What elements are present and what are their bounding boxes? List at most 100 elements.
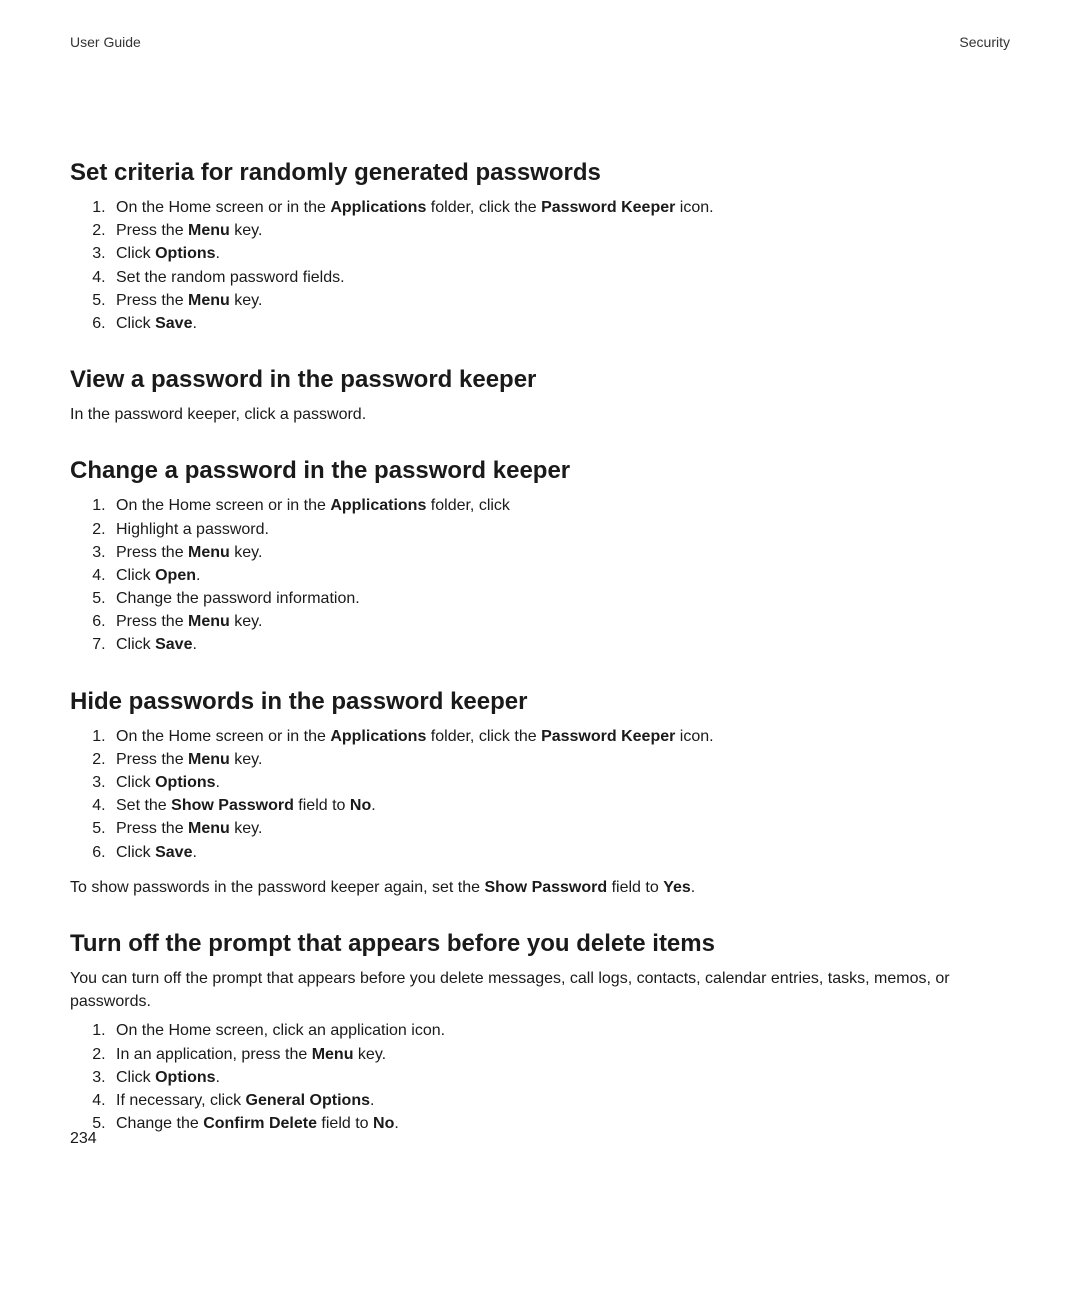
step-item: Click Save. [110,633,1010,656]
text-run: . [192,315,196,332]
text-run: . [192,636,196,653]
step-item: On the Home screen, click an application… [110,1019,1010,1042]
text-run: Menu [188,820,230,837]
text-run: Press the [116,751,188,768]
step-list: On the Home screen or in the Application… [70,725,1010,864]
step-item: Set the Show Password field to No. [110,794,1010,817]
text-run: key. [230,820,263,837]
step-item: Press the Menu key. [110,289,1010,312]
text-run: Press the [116,613,188,630]
text-run: Options [155,245,215,262]
step-item: In an application, press the Menu key. [110,1043,1010,1066]
text-run: folder, click the [426,199,541,216]
text-run: icon. [675,728,713,745]
text-run: folder, click the [426,728,541,745]
text-run: Press the [116,820,188,837]
text-run: Show Password [484,879,607,896]
text-run: Open [155,567,196,584]
step-item: Press the Menu key. [110,541,1010,564]
section-intro: In the password keeper, click a password… [70,403,1010,426]
text-run: Menu [188,222,230,239]
text-run: . [371,797,375,814]
text-run: field to [607,879,663,896]
text-run: Set the [116,797,171,814]
section-intro: You can turn off the prompt that appears… [70,967,1010,1013]
header-left: User Guide [70,34,141,50]
text-run: Menu [188,544,230,561]
text-run: Show Password [171,797,294,814]
step-item: Click Save. [110,312,1010,335]
text-run: Click [116,636,155,653]
text-run: key. [230,544,263,561]
text-run: No [350,797,371,814]
header-right: Security [959,34,1010,50]
text-run: Applications [330,497,426,514]
text-run: . [370,1092,374,1109]
step-item: Highlight a password. [110,518,1010,541]
text-run: Save [155,844,192,861]
text-run: key. [230,222,263,239]
text-run: Password Keeper [541,199,675,216]
content: Set criteria for randomly generated pass… [70,158,1010,1135]
step-list: On the Home screen, click an application… [70,1019,1010,1135]
text-run: Press the [116,544,188,561]
text-run: On the Home screen or in the [116,497,330,514]
text-run: In an application, press the [116,1046,312,1063]
text-run: No [373,1115,394,1132]
text-run: Menu [188,613,230,630]
text-run: Save [155,315,192,332]
text-run: Click [116,567,155,584]
step-item: Press the Menu key. [110,219,1010,242]
text-run: Applications [330,199,426,216]
step-item: Click Save. [110,841,1010,864]
text-run: Change the password information. [116,590,360,607]
step-item: On the Home screen or in the Application… [110,196,1010,219]
text-run: To show passwords in the password keeper… [70,879,484,896]
text-run: . [216,774,220,791]
text-run: Click [116,315,155,332]
step-item: Click Options. [110,771,1010,794]
text-run: On the Home screen or in the [116,199,330,216]
text-run: Press the [116,292,188,309]
text-run: Applications [330,728,426,745]
text-run: Menu [188,751,230,768]
text-run: Click [116,774,155,791]
text-run: key. [230,613,263,630]
text-run: Change the [116,1115,203,1132]
section-title: Turn off the prompt that appears before … [70,929,1010,959]
text-run: Password Keeper [541,728,675,745]
step-list: On the Home screen or in the Application… [70,494,1010,656]
section-outro: To show passwords in the password keeper… [70,876,1010,899]
text-run: Press the [116,222,188,239]
text-run: Options [155,774,215,791]
text-run: Yes [663,879,691,896]
step-item: Change the Confirm Delete field to No. [110,1112,1010,1135]
text-run: key. [230,292,263,309]
text-run: On the Home screen or in the [116,728,330,745]
text-run: Click [116,245,155,262]
section-title: View a password in the password keeper [70,365,1010,395]
step-item: If necessary, click General Options. [110,1089,1010,1112]
text-run: field to [294,797,350,814]
text-run: . [192,844,196,861]
text-run: In the password keeper, click a password… [70,406,366,423]
text-run: field to [317,1115,373,1132]
running-header: User Guide Security [70,34,1010,50]
step-item: Click Options. [110,242,1010,265]
text-run: . [216,245,220,262]
text-run: Set the random password fields. [116,269,345,286]
step-item: Press the Menu key. [110,748,1010,771]
text-run: On the Home screen, click an application… [116,1022,445,1039]
text-run: . [691,879,695,896]
section-title: Set criteria for randomly generated pass… [70,158,1010,188]
text-run: key. [353,1046,386,1063]
step-item: Press the Menu key. [110,610,1010,633]
step-item: Set the random password fields. [110,266,1010,289]
step-list: On the Home screen or in the Application… [70,196,1010,335]
step-item: On the Home screen or in the Application… [110,725,1010,748]
step-item: Change the password information. [110,587,1010,610]
text-run: You can turn off the prompt that appears… [70,970,950,1010]
text-run: . [196,567,200,584]
text-run: icon. [675,199,713,216]
page-number: 234 [70,1130,97,1148]
